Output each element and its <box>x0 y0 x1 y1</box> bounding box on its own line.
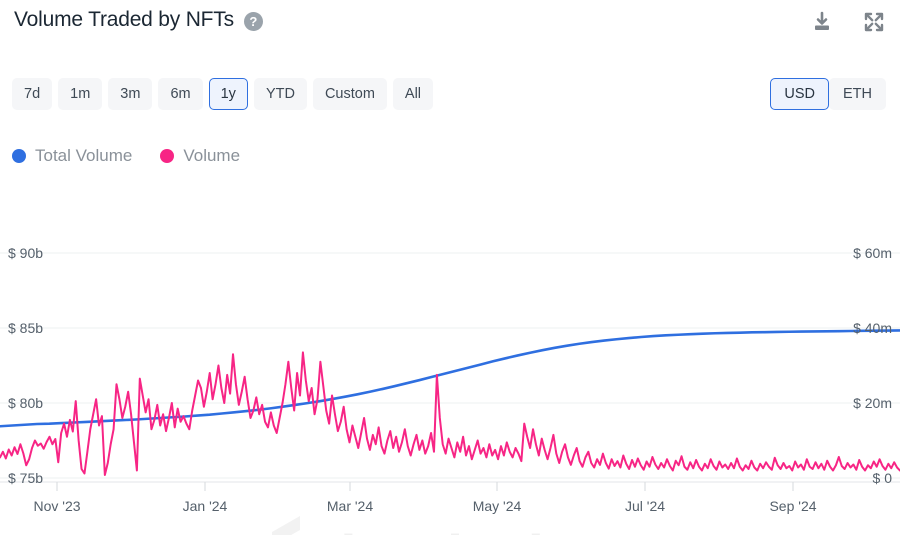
controls-bar: 7d 1m 3m 6m 1y YTD Custom All USD ETH <box>0 76 900 120</box>
chart-canvas: TheBlock $ 75b $ 80b $ 85b $ 90b $ 0 $ 20m $ 40… <box>0 245 900 535</box>
fullscreen-expand-icon[interactable] <box>862 10 886 34</box>
widget-header: Volume Traded by NFTs ? <box>0 0 900 56</box>
y-axis-left-tick-label: $ 80b <box>8 395 43 411</box>
y-axis-right-tick-label: $ 20m <box>853 395 892 411</box>
watermark-logo-icon <box>272 516 300 535</box>
time-range-group: 7d 1m 3m 6m 1y YTD Custom All <box>12 78 434 110</box>
chart-legend: Total Volume Volume <box>12 146 240 166</box>
download-icon[interactable] <box>810 10 834 34</box>
currency-button-usd[interactable]: USD <box>770 78 829 110</box>
page-title: Volume Traded by NFTs <box>14 8 234 31</box>
legend-label: Total Volume <box>35 146 133 165</box>
x-axis-tick-label: Nov '23 <box>33 498 80 514</box>
range-button-6m[interactable]: 6m <box>158 78 203 110</box>
series-line-volume <box>0 351 900 476</box>
legend-color-dot <box>12 149 26 163</box>
x-axis-tick-label: Mar '24 <box>327 498 373 514</box>
range-button-1m[interactable]: 1m <box>58 78 103 110</box>
question-mark-circle-icon[interactable]: ? <box>243 11 263 31</box>
watermark-text: TheBlock <box>306 524 561 535</box>
legend-label: Volume <box>183 146 241 165</box>
chart-plot-area: TheBlock $ 75b $ 80b $ 85b $ 90b $ 0 $ 20m $ 40… <box>0 186 900 535</box>
range-button-custom[interactable]: Custom <box>312 78 387 110</box>
y-axis-right-tick-label: $ 0 <box>873 470 893 486</box>
series-line-total-volume <box>0 329 900 428</box>
y-axis-left-tick-label: $ 90b <box>8 245 43 261</box>
legend-item-volume[interactable]: Volume <box>160 146 240 166</box>
legend-color-dot <box>160 149 175 163</box>
header-actions <box>810 10 886 34</box>
x-axis-tick-label: Jan '24 <box>183 498 228 514</box>
range-button-7d[interactable]: 7d <box>12 78 53 110</box>
range-button-ytd[interactable]: YTD <box>253 78 307 110</box>
currency-toggle-group: USD ETH <box>770 78 886 110</box>
chart-widget: Volume Traded by NFTs ? 7d 1m 3m 6m 1y YTD Cus… <box>0 0 900 535</box>
x-axis-tick-label: May '24 <box>473 498 522 514</box>
y-axis-left-tick-label: $ 75b <box>8 470 43 486</box>
title-group: Volume Traded by NFTs ? <box>14 8 263 32</box>
y-axis-right-tick-label: $ 40m <box>853 320 892 336</box>
currency-button-eth[interactable]: ETH <box>829 78 886 110</box>
y-axis-right-tick-label: $ 60m <box>853 245 892 261</box>
x-axis-tick-label: Jul '24 <box>625 498 665 514</box>
range-button-1y[interactable]: 1y <box>208 78 248 110</box>
x-axis-tick-label: Sep '24 <box>769 498 816 514</box>
range-button-all[interactable]: All <box>392 78 434 110</box>
watermark: TheBlock <box>272 516 562 535</box>
range-button-3m[interactable]: 3m <box>108 78 153 110</box>
y-axis-left-tick-label: $ 85b <box>8 320 43 336</box>
legend-item-total-volume[interactable]: Total Volume <box>12 146 132 166</box>
